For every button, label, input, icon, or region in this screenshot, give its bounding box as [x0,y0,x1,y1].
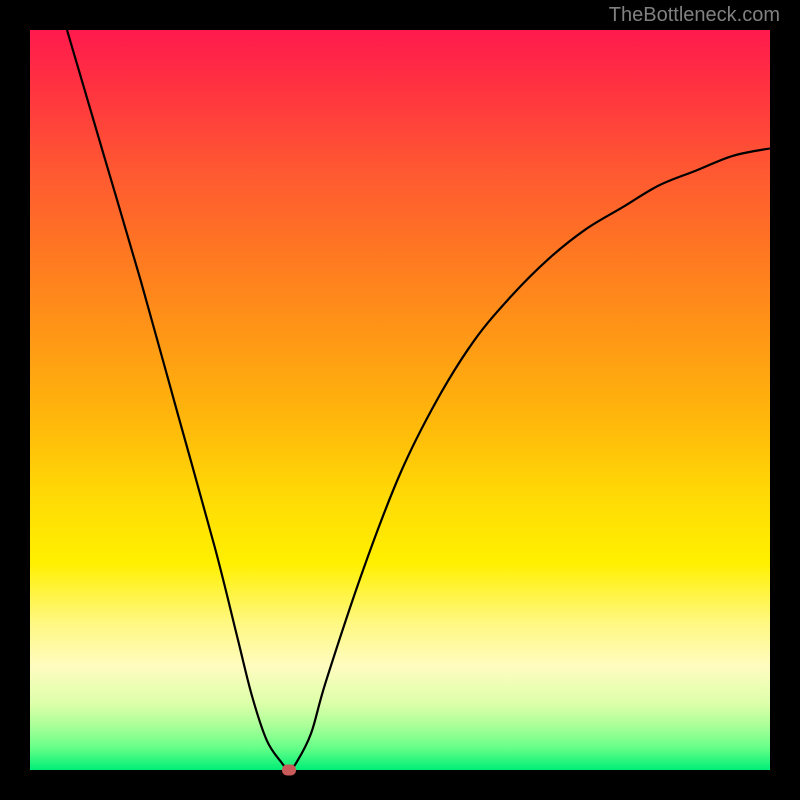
optimal-marker [282,765,296,776]
plot-area [30,30,770,770]
bottleneck-curve [67,30,770,770]
curve-layer [30,30,770,770]
watermark-text: TheBottleneck.com [609,4,780,27]
